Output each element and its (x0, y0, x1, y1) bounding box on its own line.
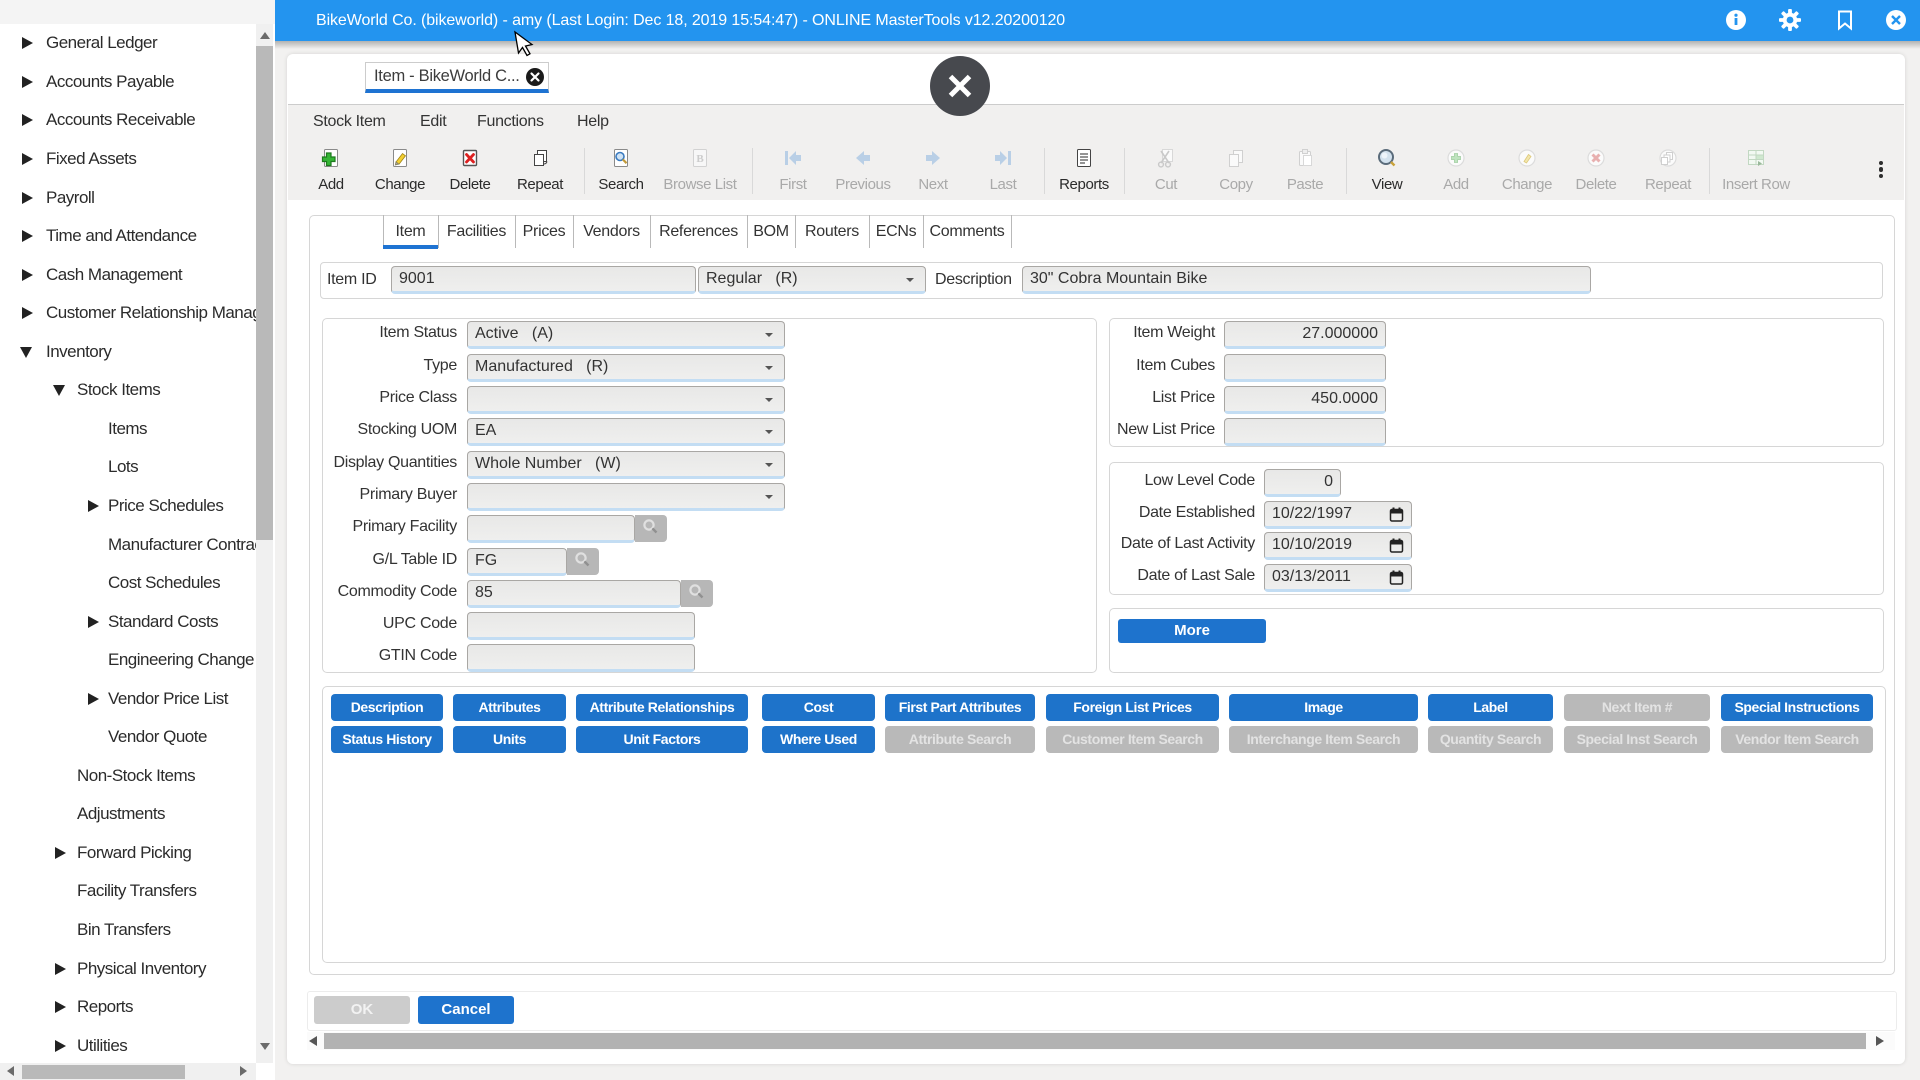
svg-text:B: B (696, 153, 704, 165)
